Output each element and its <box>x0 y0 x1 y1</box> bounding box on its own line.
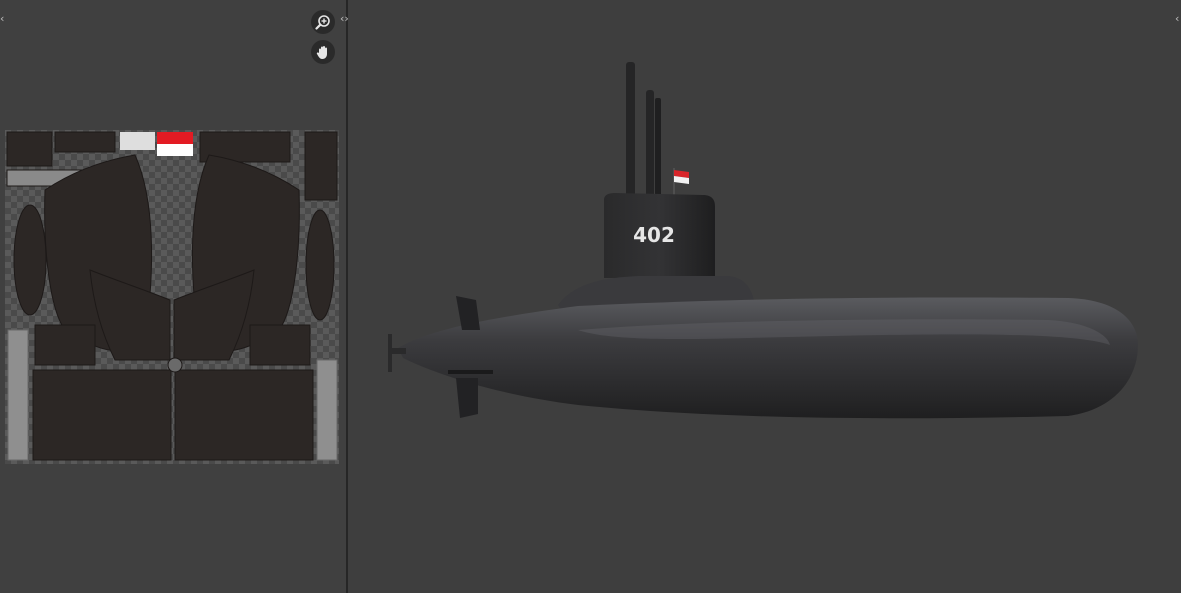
hull-number: 402 <box>633 223 675 247</box>
3d-viewport[interactable]: ‹ 402 <box>348 0 1181 593</box>
uv-editor-panel: ‹ <box>0 0 346 593</box>
uv-texture-map[interactable] <box>5 130 339 464</box>
hand-icon[interactable] <box>311 40 335 64</box>
texture-text-decal <box>120 132 155 150</box>
zoom-in-icon[interactable] <box>311 10 335 34</box>
submarine-model[interactable]: 402 <box>348 0 1181 593</box>
texture-flag <box>157 132 193 156</box>
collapse-left-arrow[interactable]: ‹ <box>0 13 4 25</box>
